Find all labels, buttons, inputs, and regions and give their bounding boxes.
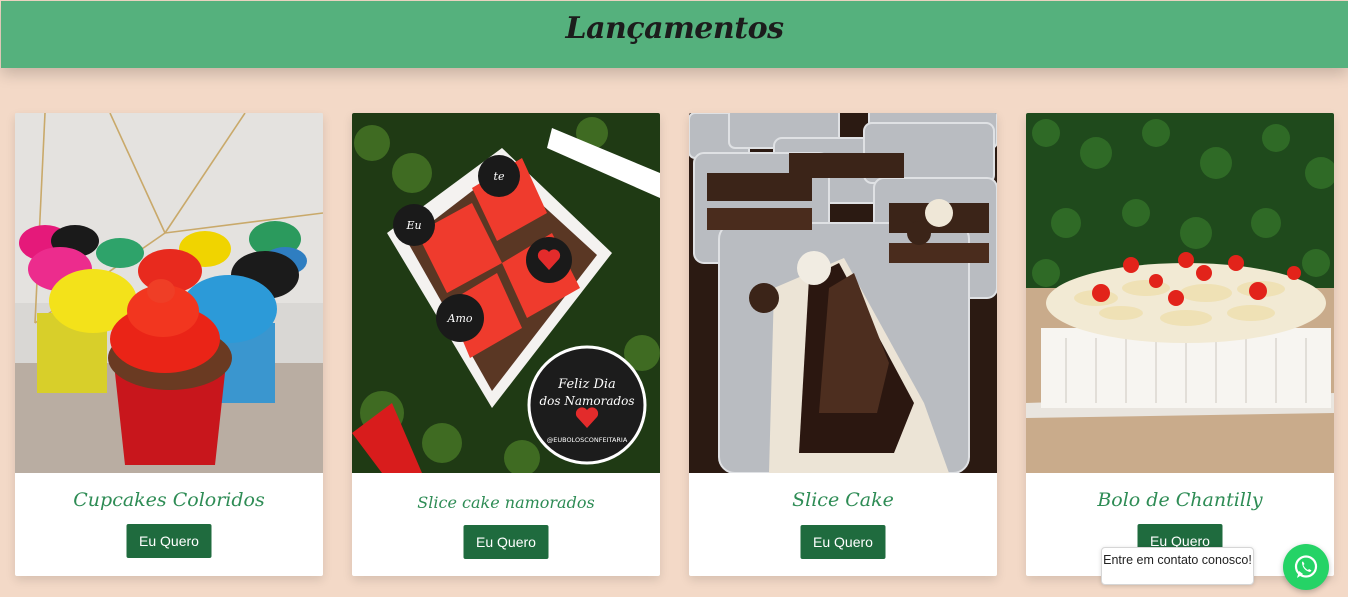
whatsapp-button[interactable] [1283, 544, 1329, 590]
product-image-slice-cake [689, 113, 997, 473]
eu-quero-button[interactable]: Eu Quero [126, 524, 212, 558]
page-header: Lançamentos [1, 1, 1348, 68]
product-image-cupcakes [15, 113, 323, 473]
tag-handle: @EUBOLOSCONFEITARIA [547, 436, 628, 444]
product-title: Slice Cake [792, 489, 894, 511]
box-label-te: te [494, 170, 505, 183]
product-title: Cupcakes Coloridos [73, 489, 265, 511]
product-card-bolo-chantilly: Bolo de Chantilly Eu Quero [1026, 113, 1334, 576]
product-image-slice-namorados: Eu te Amo Feliz Dia dos Namorados @EUBOL… [352, 113, 660, 473]
product-card-slice-cake: Slice Cake Eu Quero [689, 113, 997, 576]
page-title: Lançamentos [565, 11, 784, 46]
product-title: Bolo de Chantilly [1097, 489, 1263, 511]
product-card-slice-namorados: Eu te Amo Feliz Dia dos Namorados @EUBOL… [352, 113, 660, 576]
eu-quero-button[interactable]: Eu Quero [800, 525, 886, 559]
eu-quero-button[interactable]: Eu Quero [463, 525, 549, 559]
product-title: Slice cake namorados [417, 493, 595, 512]
product-card-cupcakes: Cupcakes Coloridos Eu Quero [15, 113, 323, 576]
product-image-bolo-chantilly [1026, 113, 1334, 473]
whatsapp-chat-bubble[interactable]: Entre em contato conosco! [1101, 547, 1254, 585]
box-label-amo: Amo [447, 312, 473, 325]
tag-line-1: Feliz Dia [557, 377, 616, 392]
tag-line-2: dos Namorados [539, 394, 634, 408]
box-label-eu: Eu [405, 219, 421, 232]
whatsapp-icon [1294, 555, 1318, 578]
